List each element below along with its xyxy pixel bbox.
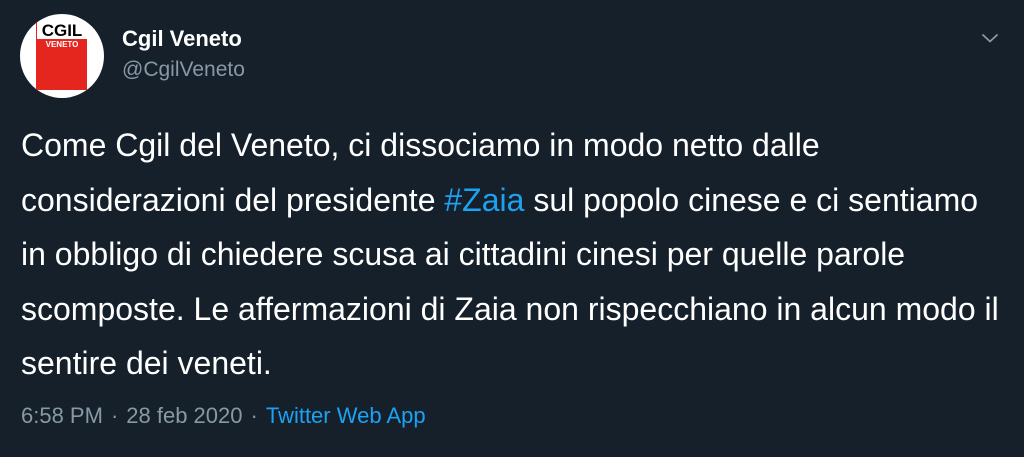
meta-separator: · [110,403,119,428]
avatar[interactable]: CGIL VENETO [20,14,104,98]
cgil-logo-text: CGIL [37,22,87,39]
chevron-down-icon[interactable] [978,26,1002,50]
author-handle[interactable]: @CgilVeneto [122,58,245,82]
tweet-time[interactable]: 6:58 PM [21,403,103,428]
tweet-card: CGIL VENETO Cgil Veneto @CgilVeneto Come… [0,0,1024,457]
meta-separator: · [250,403,258,428]
tweet-text: Come Cgil del Veneto, ci dissociamo in m… [21,118,1006,391]
hashtag-link[interactable]: #Zaia [444,182,524,218]
tweet-meta: 6:58 PM · 28 feb 2020 · Twitter Web App [21,403,426,429]
tweet-date[interactable]: 28 feb 2020 [126,403,242,428]
author-display-name[interactable]: Cgil Veneto [122,26,242,52]
cgil-logo-subtext: VENETO [45,40,79,49]
tweet-source-link[interactable]: Twitter Web App [266,403,426,428]
